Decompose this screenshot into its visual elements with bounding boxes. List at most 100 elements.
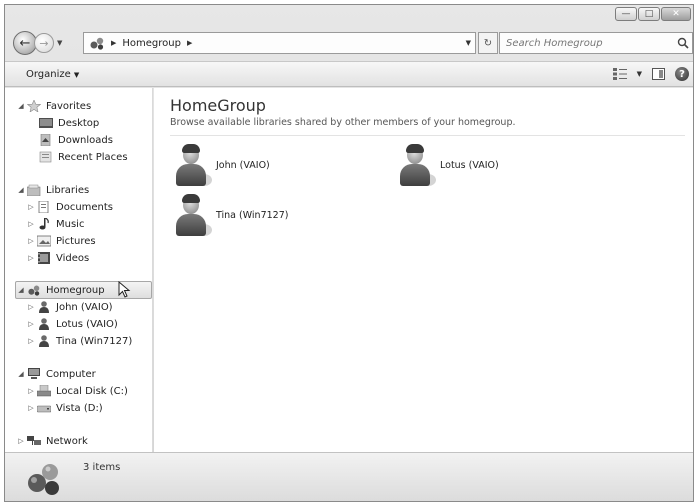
- nav-favorites[interactable]: ◢ Favorites: [17, 98, 91, 114]
- item-count: 3 items: [83, 462, 121, 473]
- collapse-arrow-icon[interactable]: ◢: [17, 102, 25, 110]
- expand-arrow-icon[interactable]: ▷: [27, 237, 35, 245]
- expand-arrow-icon[interactable]: ▷: [27, 387, 35, 395]
- page-subtitle: Browse available libraries shared by oth…: [170, 117, 516, 128]
- person-icon: [39, 318, 49, 330]
- libraries-icon: [27, 184, 41, 196]
- command-bar-right: ▼ ?: [612, 67, 689, 81]
- local-disk-icon: [37, 385, 51, 397]
- organize-button[interactable]: Organize ▼: [26, 69, 79, 80]
- member-label: Tina (Win7127): [216, 209, 289, 221]
- nav-item-downloads[interactable]: Downloads: [39, 132, 113, 148]
- address-dropdown[interactable]: ▼: [466, 39, 471, 47]
- change-view-icon[interactable]: [612, 68, 627, 80]
- command-bar: Organize ▼ ▼ ?: [5, 61, 693, 87]
- nav-item-label: John (VAIO): [56, 301, 113, 313]
- nav-item-desktop[interactable]: Desktop: [39, 115, 99, 131]
- expand-arrow-icon[interactable]: ▷: [27, 337, 35, 345]
- music-icon: [39, 218, 49, 230]
- explorer-window: — □ ✕ ← → ▼ ▶ Homegroup ▶ ▼ ↻ Search Hom…: [4, 4, 694, 502]
- chevron-down-icon: ▼: [73, 70, 80, 79]
- refresh-icon: ↻: [483, 37, 493, 49]
- nav-item-lotus[interactable]: ▷ Lotus (VAIO): [27, 316, 118, 332]
- expand-arrow-icon[interactable]: ▷: [27, 404, 35, 412]
- expand-arrow-icon[interactable]: ▷: [27, 203, 35, 211]
- person-icon: [39, 335, 49, 347]
- member-label: John (VAIO): [216, 159, 270, 171]
- forward-button[interactable]: →: [34, 33, 54, 53]
- page-title: HomeGroup: [170, 96, 266, 115]
- person-icon: [398, 144, 436, 186]
- help-icon[interactable]: ?: [675, 67, 689, 81]
- person-icon: [174, 194, 212, 236]
- nav-libraries[interactable]: ◢ Libraries: [17, 182, 89, 198]
- caption-buttons: — □ ✕: [615, 7, 691, 21]
- nav-item-label: Videos: [56, 252, 90, 264]
- expand-arrow-icon[interactable]: ▷: [27, 320, 35, 328]
- forward-arrow-icon: →: [39, 36, 49, 50]
- nav-item-john[interactable]: ▷ John (VAIO): [27, 299, 113, 315]
- nav-item-music[interactable]: ▷ Music: [27, 216, 84, 232]
- drive-icon: [37, 405, 51, 413]
- member-label: Lotus (VAIO): [440, 159, 499, 171]
- documents-icon: [38, 201, 49, 213]
- navigation-pane: ◢ Favorites Desktop Downloads Recent Pla…: [5, 88, 153, 452]
- recent-pages-dropdown[interactable]: ▼: [57, 39, 62, 47]
- nav-item-label: Vista (D:): [56, 402, 103, 414]
- breadcrumb-homegroup[interactable]: Homegroup: [122, 38, 181, 49]
- close-button[interactable]: ✕: [661, 7, 691, 21]
- nav-libraries-label: Libraries: [46, 184, 90, 196]
- search-box[interactable]: Search Homegroup: [499, 32, 693, 54]
- nav-item-local-disk[interactable]: ▷ Local Disk (C:): [27, 383, 128, 399]
- details-pane: 3 items: [5, 452, 693, 501]
- nav-item-label: Desktop: [58, 117, 100, 129]
- maximize-button[interactable]: □: [638, 7, 660, 21]
- expand-arrow-icon[interactable]: ▷: [27, 303, 35, 311]
- collapse-arrow-icon[interactable]: ◢: [17, 186, 25, 194]
- nav-item-documents[interactable]: ▷ Documents: [27, 199, 113, 215]
- header-divider: [170, 135, 685, 136]
- view-options-dropdown[interactable]: ▼: [637, 70, 642, 78]
- recent-places-icon: [39, 151, 52, 163]
- preview-pane-icon[interactable]: [652, 68, 665, 80]
- desktop-icon: [39, 118, 53, 128]
- navigation-bar: ← → ▼ ▶ Homegroup ▶ ▼ ↻ Search Homegroup: [13, 31, 693, 55]
- nav-item-label: Lotus (VAIO): [56, 318, 118, 330]
- nav-item-label: Local Disk (C:): [56, 385, 128, 397]
- nav-item-recent-places[interactable]: Recent Places: [39, 149, 128, 165]
- breadcrumb-separator[interactable]: ▶: [111, 39, 116, 47]
- nav-item-vista-drive[interactable]: ▷ Vista (D:): [27, 400, 103, 416]
- nav-item-label: Tina (Win7127): [56, 335, 133, 347]
- nav-homegroup[interactable]: ◢ Homegroup: [17, 282, 105, 298]
- nav-item-pictures[interactable]: ▷ Pictures: [27, 233, 95, 249]
- member-john[interactable]: John (VAIO): [174, 144, 270, 186]
- member-tina[interactable]: Tina (Win7127): [174, 194, 288, 236]
- network-icon: [27, 436, 41, 445]
- address-bar[interactable]: ▶ Homegroup ▶ ▼: [83, 32, 476, 54]
- search-input[interactable]: Search Homegroup: [506, 38, 603, 49]
- nav-item-videos[interactable]: ▷ Videos: [27, 250, 89, 266]
- person-icon: [174, 144, 212, 186]
- nav-network[interactable]: ▷ Network: [17, 433, 87, 449]
- collapse-arrow-icon[interactable]: ◢: [17, 370, 25, 378]
- member-lotus[interactable]: Lotus (VAIO): [398, 144, 499, 186]
- breadcrumb-separator[interactable]: ▶: [187, 39, 192, 47]
- nav-computer[interactable]: ◢ Computer: [17, 366, 96, 382]
- expand-arrow-icon[interactable]: ▷: [27, 220, 35, 228]
- nav-item-label: Recent Places: [58, 151, 128, 163]
- nav-computer-label: Computer: [46, 368, 96, 380]
- expand-arrow-icon[interactable]: ▷: [27, 254, 35, 262]
- nav-item-label: Downloads: [58, 134, 113, 146]
- computer-icon: [28, 368, 40, 379]
- person-icon: [39, 301, 49, 313]
- nav-item-tina[interactable]: ▷ Tina (Win7127): [27, 333, 132, 349]
- refresh-button[interactable]: ↻: [478, 32, 498, 54]
- nav-item-label: Documents: [56, 201, 114, 213]
- collapse-arrow-icon[interactable]: ◢: [17, 286, 25, 294]
- minimize-button[interactable]: —: [615, 7, 637, 21]
- videos-icon: [38, 252, 50, 264]
- star-icon: [27, 100, 41, 112]
- expand-arrow-icon[interactable]: ▷: [17, 437, 25, 445]
- homegroup-icon: [90, 37, 104, 50]
- homegroup-icon: [28, 285, 40, 296]
